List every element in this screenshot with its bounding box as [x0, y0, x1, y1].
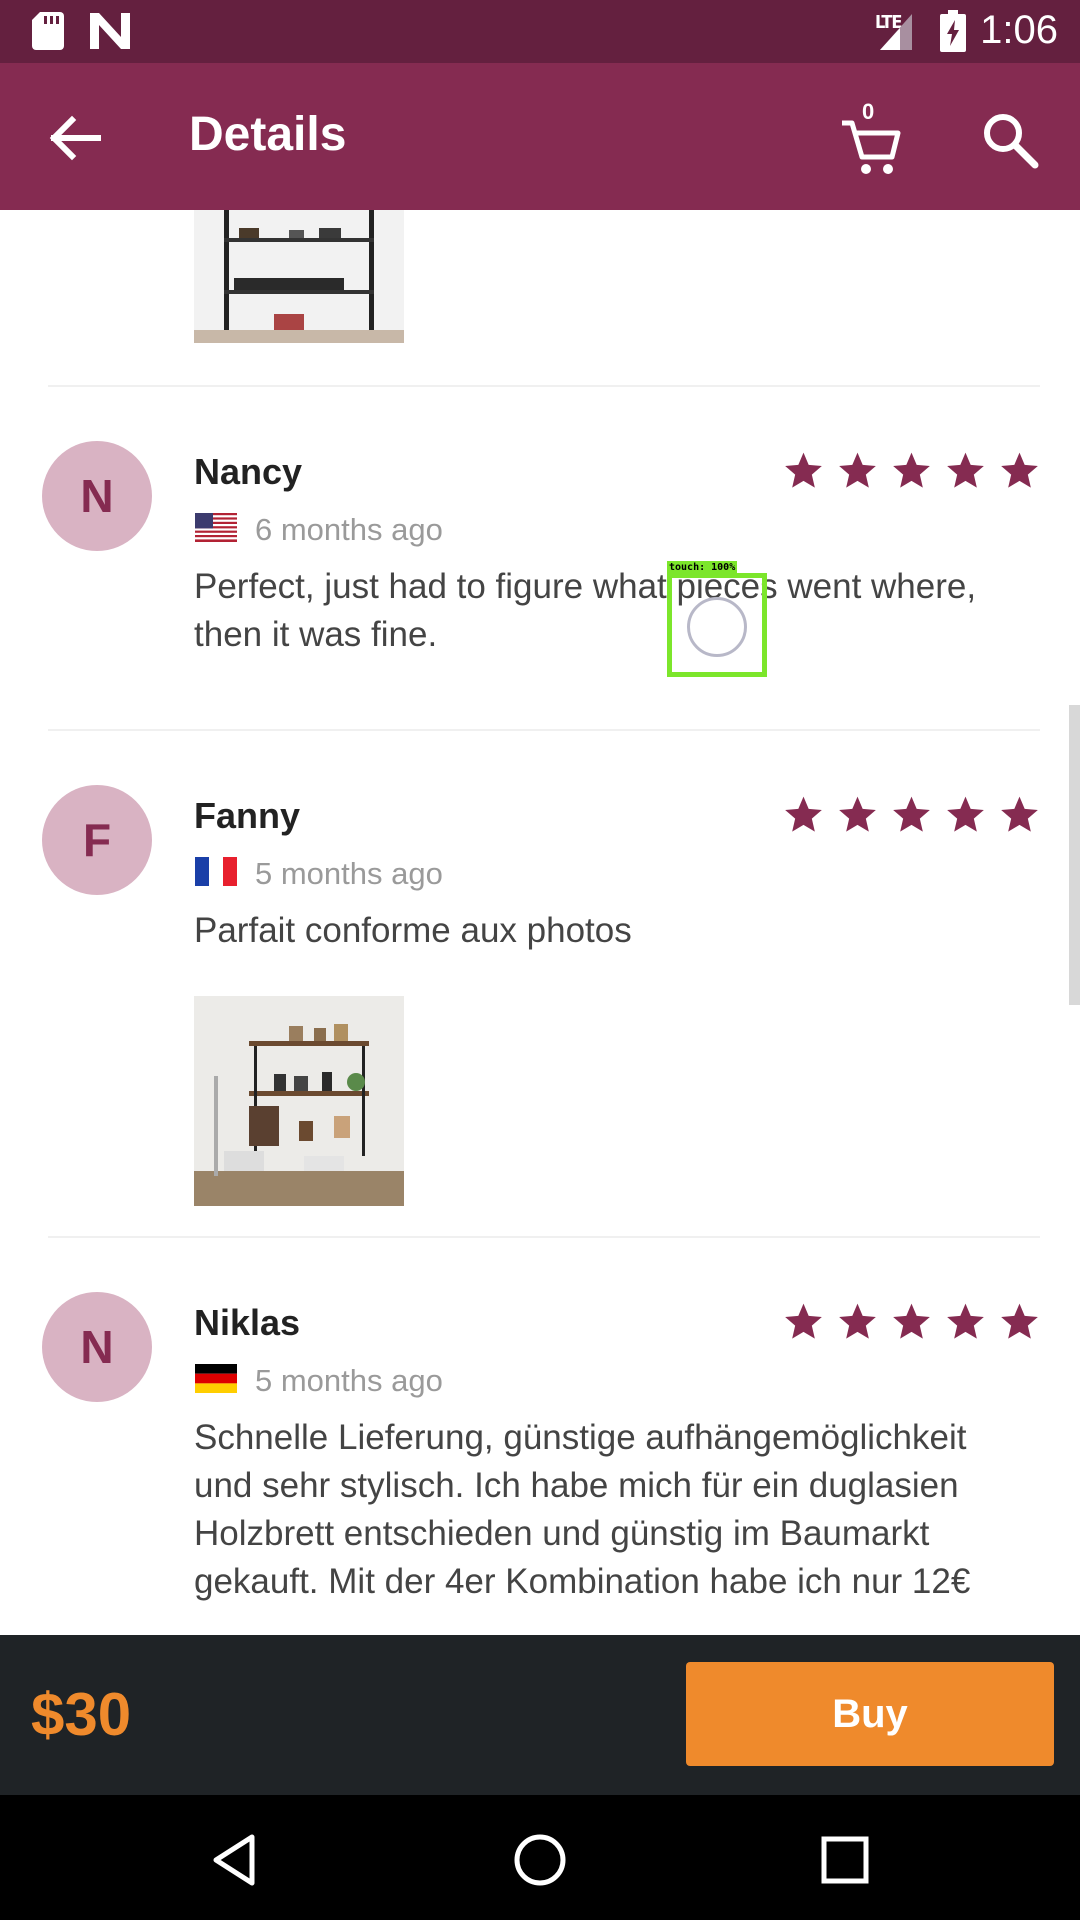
star-icon — [893, 452, 930, 488]
review-text: Parfait conforme aux photos — [194, 911, 632, 950]
home-circle-icon — [514, 1834, 566, 1886]
star-icon — [785, 452, 822, 488]
battery-charging-icon — [940, 10, 966, 52]
france-flag-icon — [195, 857, 237, 886]
star-icon — [1001, 452, 1038, 488]
review-item: N Nancy 6 months ago Perfect, just had t… — [0, 385, 1080, 729]
signal-icon — [880, 14, 912, 50]
rating-stars — [783, 795, 1040, 835]
star-icon — [947, 1303, 984, 1339]
nav-recents-button[interactable] — [810, 1825, 880, 1895]
star-icon — [1001, 1303, 1038, 1339]
touch-ripple — [687, 597, 747, 657]
reviewer-name: Nancy — [194, 451, 303, 492]
germany-flag-icon — [195, 1364, 237, 1393]
review-item: F Fanny 5 months ago Parfait conforme au… — [0, 729, 1080, 1236]
back-button[interactable] — [40, 103, 110, 173]
star-icon — [785, 1303, 822, 1339]
star-icon — [947, 452, 984, 488]
review-photo[interactable] — [194, 996, 404, 1206]
status-bar: LTE 1:06 — [0, 0, 1080, 63]
avatar: N — [42, 1292, 152, 1402]
star-icon — [1001, 796, 1038, 832]
search-icon — [984, 114, 1039, 169]
avatar: F — [42, 785, 152, 895]
star-icon — [947, 796, 984, 832]
reviewer-name: Fanny — [194, 795, 301, 836]
review-date: 5 months ago — [255, 856, 443, 891]
review-text: Perfect, just had to figure what pieces … — [194, 567, 977, 654]
sd-card-icon — [32, 12, 64, 50]
star-icon — [839, 452, 876, 488]
scrollbar[interactable] — [1069, 705, 1080, 1005]
review-item: N Niklas 5 months ago Schnelle Lieferung… — [0, 1236, 1080, 1635]
star-icon — [839, 1303, 876, 1339]
star-icon — [785, 796, 822, 832]
star-icon — [839, 796, 876, 832]
review-date: 6 months ago — [255, 512, 443, 547]
n-logo-icon — [90, 13, 130, 49]
buy-button[interactable]: Buy — [686, 1662, 1054, 1766]
clock: 1:06 — [980, 8, 1058, 52]
review-date: 5 months ago — [255, 1363, 443, 1398]
price: $30 — [31, 1681, 132, 1748]
reviewer-name: Niklas — [194, 1302, 301, 1343]
rating-stars — [783, 451, 1040, 491]
navigation-bar — [0, 1795, 1080, 1920]
nav-back-button[interactable] — [200, 1825, 270, 1895]
back-triangle-icon — [213, 1834, 255, 1886]
recents-square-icon — [821, 1836, 869, 1884]
app-bar: Details 0 — [0, 63, 1080, 210]
rating-stars — [783, 1302, 1040, 1342]
star-icon — [893, 1303, 930, 1339]
us-flag-icon — [195, 513, 237, 542]
star-icon — [893, 796, 930, 832]
buy-bar: $30 Buy — [0, 1635, 1080, 1795]
page-title: Details — [189, 108, 347, 161]
search-button[interactable] — [975, 105, 1045, 175]
cart-count-badge: 0 — [862, 99, 875, 124]
review-text: Schnelle Lieferung, günstige aufhängemög… — [194, 1418, 971, 1601]
back-arrow-icon — [49, 115, 101, 161]
avatar: N — [42, 441, 152, 551]
review-photo[interactable] — [194, 210, 404, 343]
nav-home-button[interactable] — [505, 1825, 575, 1895]
cart-button[interactable]: 0 — [836, 99, 906, 179]
reviews-list[interactable]: N Nancy 6 months ago Perfect, just had t… — [0, 210, 1080, 1635]
